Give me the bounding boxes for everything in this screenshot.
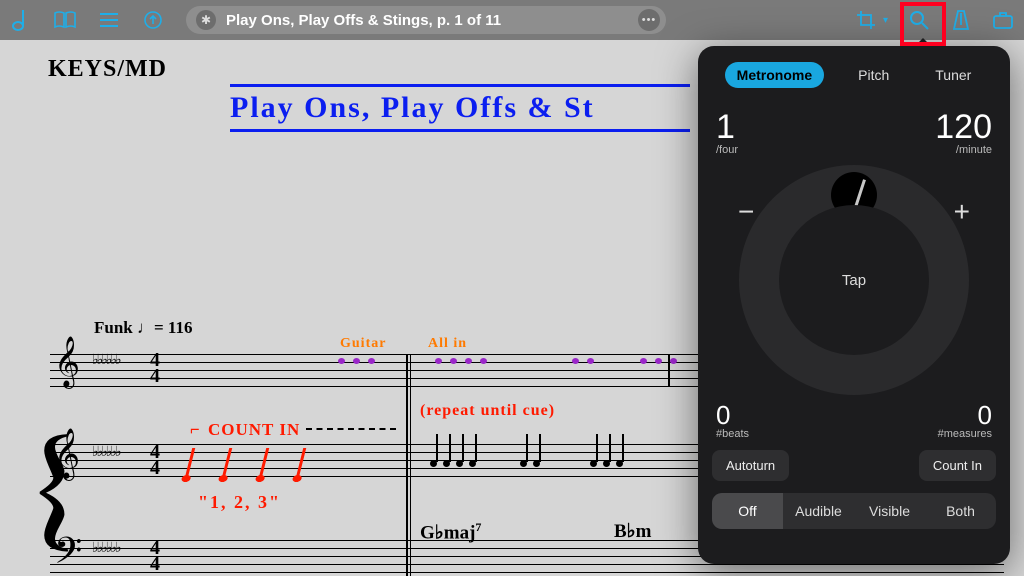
note-icon[interactable]	[10, 9, 32, 31]
document-title: Play Ons, Play Offs & Stings, p. 1 of 11	[226, 12, 628, 29]
mode-off[interactable]: Off	[712, 493, 783, 529]
tap-tempo-button[interactable]: Tap	[779, 205, 929, 355]
guitar-notes-2	[435, 358, 487, 364]
bpm-value: 120	[935, 110, 992, 144]
beats-per-bar-value: 1	[716, 110, 738, 144]
time-sig-2: 44	[150, 444, 160, 476]
repeat-cue: (repeat until cue)	[420, 402, 555, 420]
autoturn-button[interactable]: Autoturn	[712, 450, 789, 481]
part-label: KEYS/MD	[48, 56, 167, 83]
treble-clef-1: 𝄞	[54, 336, 80, 387]
time-sig-3: 44	[150, 540, 160, 572]
count-in-label: COUNT IN	[208, 420, 300, 440]
beat-count-label: #beats	[716, 428, 749, 440]
tab-metronome[interactable]: Metronome	[725, 62, 824, 88]
chevron-down-icon[interactable]: ▾	[883, 15, 888, 26]
tempo-increase-button[interactable]: +	[954, 196, 970, 228]
library-icon[interactable]	[54, 9, 76, 31]
tab-tuner[interactable]: Tuner	[923, 62, 983, 88]
barline-thin	[410, 354, 411, 576]
key-sig-2: ♭♭♭♭♭♭	[92, 444, 120, 461]
panel-tabs: Metronome Pitch Tuner	[710, 58, 998, 92]
tab-pitch[interactable]: Pitch	[846, 62, 901, 88]
mode-both[interactable]: Both	[925, 493, 996, 529]
search-icon[interactable]	[908, 9, 930, 31]
mode-visible[interactable]: Visible	[854, 493, 925, 529]
cue-guitar: Guitar	[340, 336, 386, 352]
piano-notes-1	[430, 460, 476, 467]
crop-icon[interactable]	[855, 9, 877, 31]
gear-icon[interactable]: ✱	[196, 10, 216, 30]
count-in-dashes	[306, 428, 396, 430]
beats-per-bar-label: /four	[716, 144, 738, 156]
metronome-panel: Metronome Pitch Tuner 1 /four 120 /minut…	[698, 46, 1010, 564]
mode-audible[interactable]: Audible	[783, 493, 854, 529]
key-sig-3: ♭♭♭♭♭♭	[92, 540, 120, 557]
tempo-decrease-button[interactable]: −	[738, 196, 754, 228]
guitar-notes-4	[640, 358, 677, 364]
mode-segmented-control: Off Audible Visible Both	[712, 493, 996, 529]
upload-icon[interactable]	[142, 9, 164, 31]
treble-clef-2: 𝄞	[54, 428, 80, 479]
guitar-notes-3	[572, 358, 594, 364]
more-icon[interactable]: •••	[638, 9, 660, 31]
cue-allin: All in	[428, 336, 467, 352]
tempo-marking: Funk ♩= 116	[94, 318, 193, 338]
title-pill[interactable]: ✱ Play Ons, Play Offs & Stings, p. 1 of …	[186, 6, 666, 34]
piano-notes-3	[590, 460, 623, 467]
score-title: Play Ons, Play Offs & St	[230, 84, 690, 132]
panel-pointer	[914, 38, 932, 47]
menu-icon[interactable]	[98, 9, 120, 31]
briefcase-icon[interactable]	[992, 9, 1014, 31]
count-in-notes	[188, 448, 302, 482]
tempo-dial[interactable]: − + Tap	[710, 160, 998, 400]
metronome-icon[interactable]	[950, 9, 972, 31]
key-sig-1: ♭♭♭♭♭♭	[92, 352, 120, 369]
piano-notes-2	[520, 460, 540, 467]
barline	[406, 354, 408, 576]
measure-count-label: #measures	[938, 428, 992, 440]
top-toolbar: ✱ Play Ons, Play Offs & Stings, p. 1 of …	[0, 0, 1024, 40]
time-sig-1: 44	[150, 352, 160, 384]
guitar-notes-1	[338, 358, 375, 364]
measure-count-value: 0	[938, 402, 992, 428]
count-in-button[interactable]: Count In	[919, 450, 996, 481]
beat-count-value: 0	[716, 402, 749, 428]
bass-clef: 𝄢	[54, 530, 82, 576]
count-in-numbers: "1, 2, 3"	[198, 492, 281, 513]
